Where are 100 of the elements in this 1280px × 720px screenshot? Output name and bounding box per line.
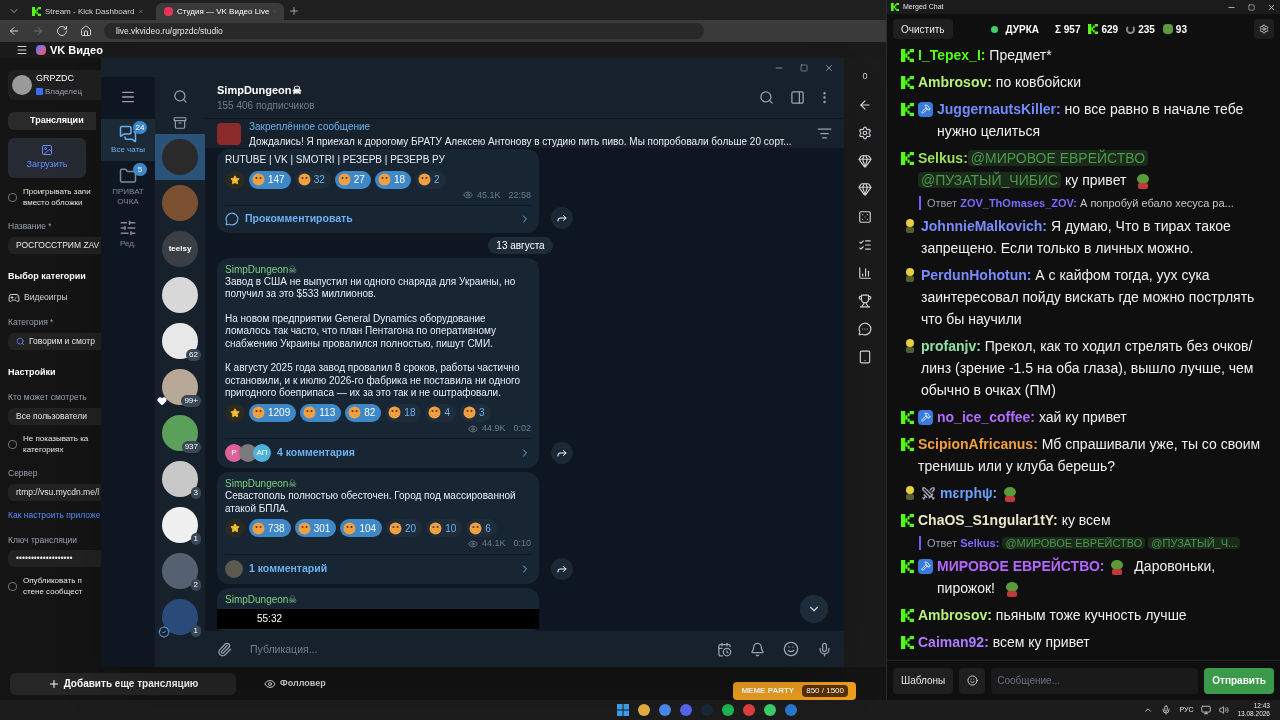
folder-tab[interactable]: Ред.: [101, 213, 155, 255]
reaction-button[interactable]: 104: [340, 519, 383, 538]
menu-icon[interactable]: [16, 44, 28, 56]
chat-list-item[interactable]: 99+: [155, 364, 205, 410]
checklist-icon[interactable]: [858, 237, 872, 252]
calendar-icon[interactable]: [717, 641, 732, 657]
volume-icon[interactable]: [1219, 705, 1230, 715]
text-field[interactable]: Все пользователи: [8, 408, 101, 425]
chat-list-item[interactable]: 62: [155, 318, 205, 364]
dice-icon[interactable]: [858, 209, 872, 224]
app-icon[interactable]: [679, 704, 692, 716]
search-icon[interactable]: [759, 90, 774, 105]
settings-button[interactable]: [1254, 19, 1274, 39]
tray-expand-icon[interactable]: [1143, 705, 1154, 715]
search-field[interactable]: Говорим и смотр: [8, 332, 101, 350]
microphone-icon[interactable]: [1161, 705, 1172, 715]
app-icon[interactable]: [721, 704, 734, 716]
mention[interactable]: @ПУЗАТЫЙ_ЧИБИС: [918, 172, 1062, 188]
paid-reaction-button[interactable]: [225, 519, 245, 538]
reaction-button[interactable]: 2: [415, 170, 446, 189]
mention[interactable]: @МИРОВОЕ ЕВРЕЙСТВО: [1002, 537, 1146, 549]
reaction-button[interactable]: 3: [460, 403, 491, 422]
folder-tab[interactable]: Все чаты 24: [101, 119, 155, 161]
paid-reaction-button[interactable]: [225, 170, 245, 189]
text-field[interactable]: РОСГОССТРИМ ZAV: [8, 236, 101, 254]
menu-icon[interactable]: [120, 89, 136, 105]
folder-tab[interactable]: ПРИВАТ ОЧКА 5: [101, 161, 155, 213]
reaction-button[interactable]: 27: [334, 170, 371, 189]
gem-icon[interactable]: [858, 153, 872, 168]
trophy-icon[interactable]: [858, 293, 872, 308]
reaction-button[interactable]: 1209: [249, 403, 297, 422]
app-icon[interactable]: [763, 704, 776, 716]
archive-icon[interactable]: [173, 116, 187, 130]
templates-button[interactable]: Шаблоны: [893, 667, 954, 694]
bell-icon[interactable]: [750, 641, 765, 657]
app-icon[interactable]: [658, 704, 671, 716]
close-icon[interactable]: [824, 62, 834, 73]
address-field[interactable]: live.vkvideo.ru/grpzdc/studio: [104, 23, 704, 39]
home-icon[interactable]: [80, 25, 92, 37]
emoji-button[interactable]: [959, 667, 986, 694]
chat-list-item[interactable]: 2: [155, 548, 205, 594]
share-button[interactable]: [551, 557, 573, 580]
studio-tab[interactable]: Трансляции: [8, 112, 96, 130]
add-stream-button[interactable]: Добавить еще трансляцию: [10, 672, 236, 695]
reaction-button[interactable]: 32: [294, 170, 331, 189]
category-button[interactable]: Видеоигры: [8, 291, 101, 304]
share-button[interactable]: [551, 206, 573, 229]
app-icon[interactable]: [742, 704, 755, 716]
chat-list-item[interactable]: 1: [155, 502, 205, 548]
comments-link[interactable]: 1 комментарий: [249, 560, 513, 577]
reaction-button[interactable]: 301: [294, 519, 337, 538]
chat-list-item[interactable]: 3: [155, 456, 205, 502]
reaction-button[interactable]: 20: [386, 519, 423, 538]
windows-icon[interactable]: [616, 704, 629, 716]
text-field[interactable]: •••••••••••••••••••: [8, 550, 101, 568]
search-icon[interactable]: [172, 89, 188, 104]
mention[interactable]: @МИРОВОЕ ЕВРЕЙСТВО: [967, 150, 1149, 166]
browser-tab[interactable]: Stream - Kick Dashboard: [24, 3, 152, 20]
microphone-icon[interactable]: [817, 641, 832, 657]
reload-icon[interactable]: [56, 25, 68, 37]
app-icon[interactable]: [637, 704, 650, 716]
reaction-button[interactable]: 4: [425, 403, 456, 422]
comments-link[interactable]: Прокомментировать: [245, 211, 513, 227]
reaction-button[interactable]: 82: [345, 403, 382, 422]
chat-list-item[interactable]: 937: [155, 410, 205, 456]
tablet-icon[interactable]: [858, 349, 872, 364]
app-icon[interactable]: [784, 704, 797, 716]
upload-button[interactable]: Загрузить: [8, 138, 86, 178]
bar-chart-icon[interactable]: [858, 265, 872, 280]
reaction-button[interactable]: 18: [385, 403, 422, 422]
message-input[interactable]: Публикация...: [250, 637, 699, 661]
chat-list-item[interactable]: 1: [155, 594, 205, 640]
pinned-list-icon[interactable]: [817, 126, 832, 141]
back-arrow-icon[interactable]: [858, 97, 872, 112]
maximize-icon[interactable]: [1248, 3, 1255, 11]
reaction-button[interactable]: 10: [426, 519, 463, 538]
chat-bubble-icon[interactable]: [858, 321, 872, 336]
text-field[interactable]: rtmp://vsu.mycdn.me/l: [8, 483, 101, 501]
checkbox[interactable]: [8, 192, 17, 202]
gem-icon[interactable]: [858, 181, 872, 196]
chat-list-item[interactable]: teelsy: [155, 226, 205, 272]
mention[interactable]: @ПУЗАТЫЙ_Ч...: [1148, 537, 1241, 549]
checkbox[interactable]: [8, 581, 17, 591]
close-icon[interactable]: [1267, 2, 1276, 12]
paid-reaction-button[interactable]: [225, 403, 245, 422]
share-button[interactable]: [551, 442, 573, 465]
help-link[interactable]: Как настроить приложе: [8, 508, 101, 522]
reaction-button[interactable]: 6: [466, 519, 497, 538]
display-icon[interactable]: [1201, 705, 1212, 715]
attach-icon[interactable]: [217, 641, 232, 657]
reaction-button[interactable]: 113: [300, 403, 342, 422]
new-tab-icon[interactable]: [288, 5, 300, 17]
send-button[interactable]: Отправить: [1204, 667, 1274, 694]
message-input[interactable]: Сообщение...: [991, 667, 1199, 694]
side-panel-icon[interactable]: [790, 90, 805, 105]
reaction-button[interactable]: 18: [374, 170, 412, 189]
reaction-button[interactable]: 738: [249, 519, 291, 538]
back-icon[interactable]: [8, 25, 20, 37]
comments-link[interactable]: 4 комментария: [277, 445, 513, 462]
browser-tab[interactable]: Студия — VK Видео Live: [156, 3, 284, 20]
